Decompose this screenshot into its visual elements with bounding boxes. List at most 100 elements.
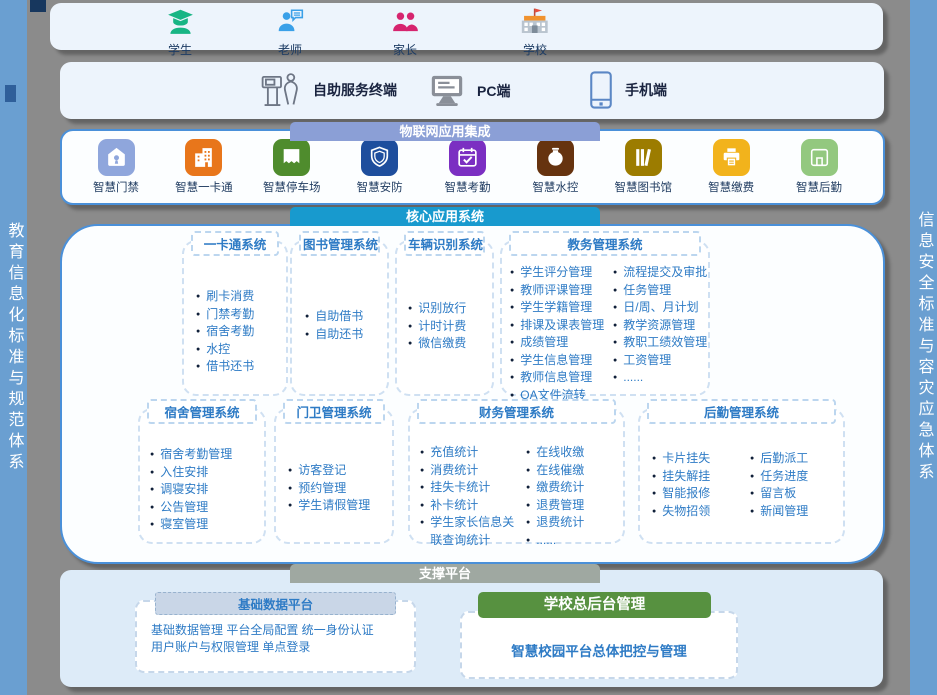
system-box-title: 图书管理系统 xyxy=(299,231,380,256)
bullet-icon: ● xyxy=(750,485,754,503)
list-item: ●学生评分管理 xyxy=(510,264,613,282)
iot-section-tab: 物联网应用集成 xyxy=(290,122,600,141)
basic-data-platform-title: 基础数据平台 xyxy=(155,592,396,615)
bullet-icon: ● xyxy=(196,288,200,306)
bullet-icon: ● xyxy=(750,450,754,468)
list-item: ●宿舍考勤 xyxy=(196,323,284,341)
admin-backend-title: 学校总后台管理 xyxy=(478,592,711,618)
bullet-icon: ● xyxy=(150,516,154,534)
iot-item-logistics: 智慧后勤 xyxy=(777,139,861,195)
bullet-icon: ● xyxy=(510,264,514,282)
bullet-icon: ● xyxy=(408,300,412,318)
device-label: 自助服务终端 xyxy=(313,80,397,100)
basic-data-platform-box: 基础数据平台 基础数据管理 平台全局配置 统一身份认证 用户账户与权限管理 单点… xyxy=(135,600,416,673)
list-item: ●学生学籍管理 xyxy=(510,299,613,317)
bullet-icon: ● xyxy=(652,503,656,521)
admin-backend-box: 智慧校园平台总体把控与管理 xyxy=(460,611,738,679)
iot-item-onecard: 智慧一卡通 xyxy=(162,139,246,195)
list-item: ●门禁考勤 xyxy=(196,306,284,324)
iot-label: 智慧图书馆 xyxy=(601,179,685,195)
system-box-dorm: 宿舍管理系统 ●宿舍考勤管理 ●入住安排 ●调寝安排 ●公告管理 ●寝室管理 xyxy=(138,408,266,544)
list-item: ●在线收缴 xyxy=(526,444,619,462)
admin-backend-content: 智慧校园平台总体把控与管理 xyxy=(462,640,736,660)
school-icon xyxy=(519,8,551,35)
right-sidebar: 信息安全标准与容灾应急体系 xyxy=(910,0,937,695)
iot-label: 智慧水控 xyxy=(513,179,597,195)
iot-label: 智慧安防 xyxy=(338,179,422,195)
bullet-icon: ● xyxy=(305,308,309,326)
bullet-icon: ● xyxy=(652,485,656,503)
bullet-icon: ● xyxy=(510,369,514,387)
list-item: ●日/周、月计划 xyxy=(613,299,708,317)
list-item: ●公告管理 xyxy=(150,499,262,517)
bullet-icon: ● xyxy=(510,334,514,352)
user-label: 老师 xyxy=(245,41,335,58)
bullet-icon: ● xyxy=(510,299,514,317)
kiosk-icon xyxy=(260,71,302,109)
list-item: ●...... xyxy=(613,369,708,387)
bullet-icon: ● xyxy=(196,341,200,359)
bullet-icon: ● xyxy=(613,369,617,387)
bullet-icon: ● xyxy=(613,317,617,335)
water-jar-icon xyxy=(537,139,574,176)
list-item: ●自助借书 xyxy=(305,308,385,326)
system-box-onecard: 一卡通系统 ●刷卡消费 ●门禁考勤 ●宿舍考勤 ●水控 ●借书还书 xyxy=(182,240,288,396)
user-label: 学校 xyxy=(490,41,580,58)
bullet-icon: ● xyxy=(150,446,154,464)
list-item: ●流程提交及审批 xyxy=(613,264,708,282)
bullet-icon: ● xyxy=(526,462,530,480)
list-item: ●任务管理 xyxy=(613,282,708,300)
list-item: ●退费统计 xyxy=(526,514,619,532)
bullet-icon: ● xyxy=(750,468,754,486)
iot-item-door-access: 智慧门禁 xyxy=(74,139,158,195)
bullet-icon: ● xyxy=(750,503,754,521)
sidebar-decoration xyxy=(5,85,16,102)
system-box-title: 宿舍管理系统 xyxy=(147,399,257,424)
bullet-icon: ● xyxy=(510,282,514,300)
device-label: 手机端 xyxy=(625,80,667,100)
basic-data-line: 用户账户与权限管理 单点登录 xyxy=(137,639,414,656)
bullet-icon: ● xyxy=(510,352,514,370)
system-box-title: 门卫管理系统 xyxy=(283,399,385,424)
pc-icon xyxy=(428,74,466,107)
core-section-tab: 核心应用系统 xyxy=(290,207,600,226)
parking-ticket-icon xyxy=(273,139,310,176)
bullet-icon: ● xyxy=(613,264,617,282)
bullet-icon: ● xyxy=(150,464,154,482)
building-card-icon xyxy=(185,139,222,176)
bullet-icon: ● xyxy=(196,358,200,376)
list-item: ●水控 xyxy=(196,341,284,359)
list-item: ●计时计费 xyxy=(408,318,490,336)
list-item: ●借书还书 xyxy=(196,358,284,376)
iot-item-security: 智慧安防 xyxy=(338,139,422,195)
list-item: ●任务进度 xyxy=(750,468,840,486)
system-box-title: 车辆识别系统 xyxy=(404,231,485,256)
bullet-icon: ● xyxy=(288,480,292,498)
list-item: ●充值统计 xyxy=(420,444,526,462)
bullet-icon: ● xyxy=(420,462,424,480)
banner-icon xyxy=(801,139,838,176)
system-box-title: 财务管理系统 xyxy=(417,399,616,424)
list-item: ●识别放行 xyxy=(408,300,490,318)
list-item: ●寝室管理 xyxy=(150,516,262,534)
core-panel: 一卡通系统 ●刷卡消费 ●门禁考勤 ●宿舍考勤 ●水控 ●借书还书 图书管理系统… xyxy=(60,224,885,564)
user-group-teacher: 老师 xyxy=(245,8,335,58)
left-sidebar: 教育信息化标准与规范体系 xyxy=(0,0,27,695)
system-box-gate: 门卫管理系统 ●访客登记 ●预约管理 ●学生请假管理 xyxy=(274,408,394,544)
bullet-icon: ● xyxy=(526,444,530,462)
bullet-icon: ● xyxy=(526,497,530,515)
door-access-icon xyxy=(98,139,135,176)
student-icon xyxy=(167,8,194,35)
user-group-student: 学生 xyxy=(135,8,225,58)
list-item: ●消费统计 xyxy=(420,462,526,480)
list-item: ●工资管理 xyxy=(613,352,708,370)
list-item: ●挂失解挂 xyxy=(652,468,750,486)
shield-icon xyxy=(361,139,398,176)
list-item: ●学生信息管理 xyxy=(510,352,613,370)
iot-label: 智慧后勤 xyxy=(777,179,861,195)
list-item: ●卡片挂失 xyxy=(652,450,750,468)
list-item: ●智能报修 xyxy=(652,485,750,503)
phone-icon xyxy=(588,70,614,110)
system-box-title: 后勤管理系统 xyxy=(647,399,836,424)
bullet-icon: ● xyxy=(150,481,154,499)
